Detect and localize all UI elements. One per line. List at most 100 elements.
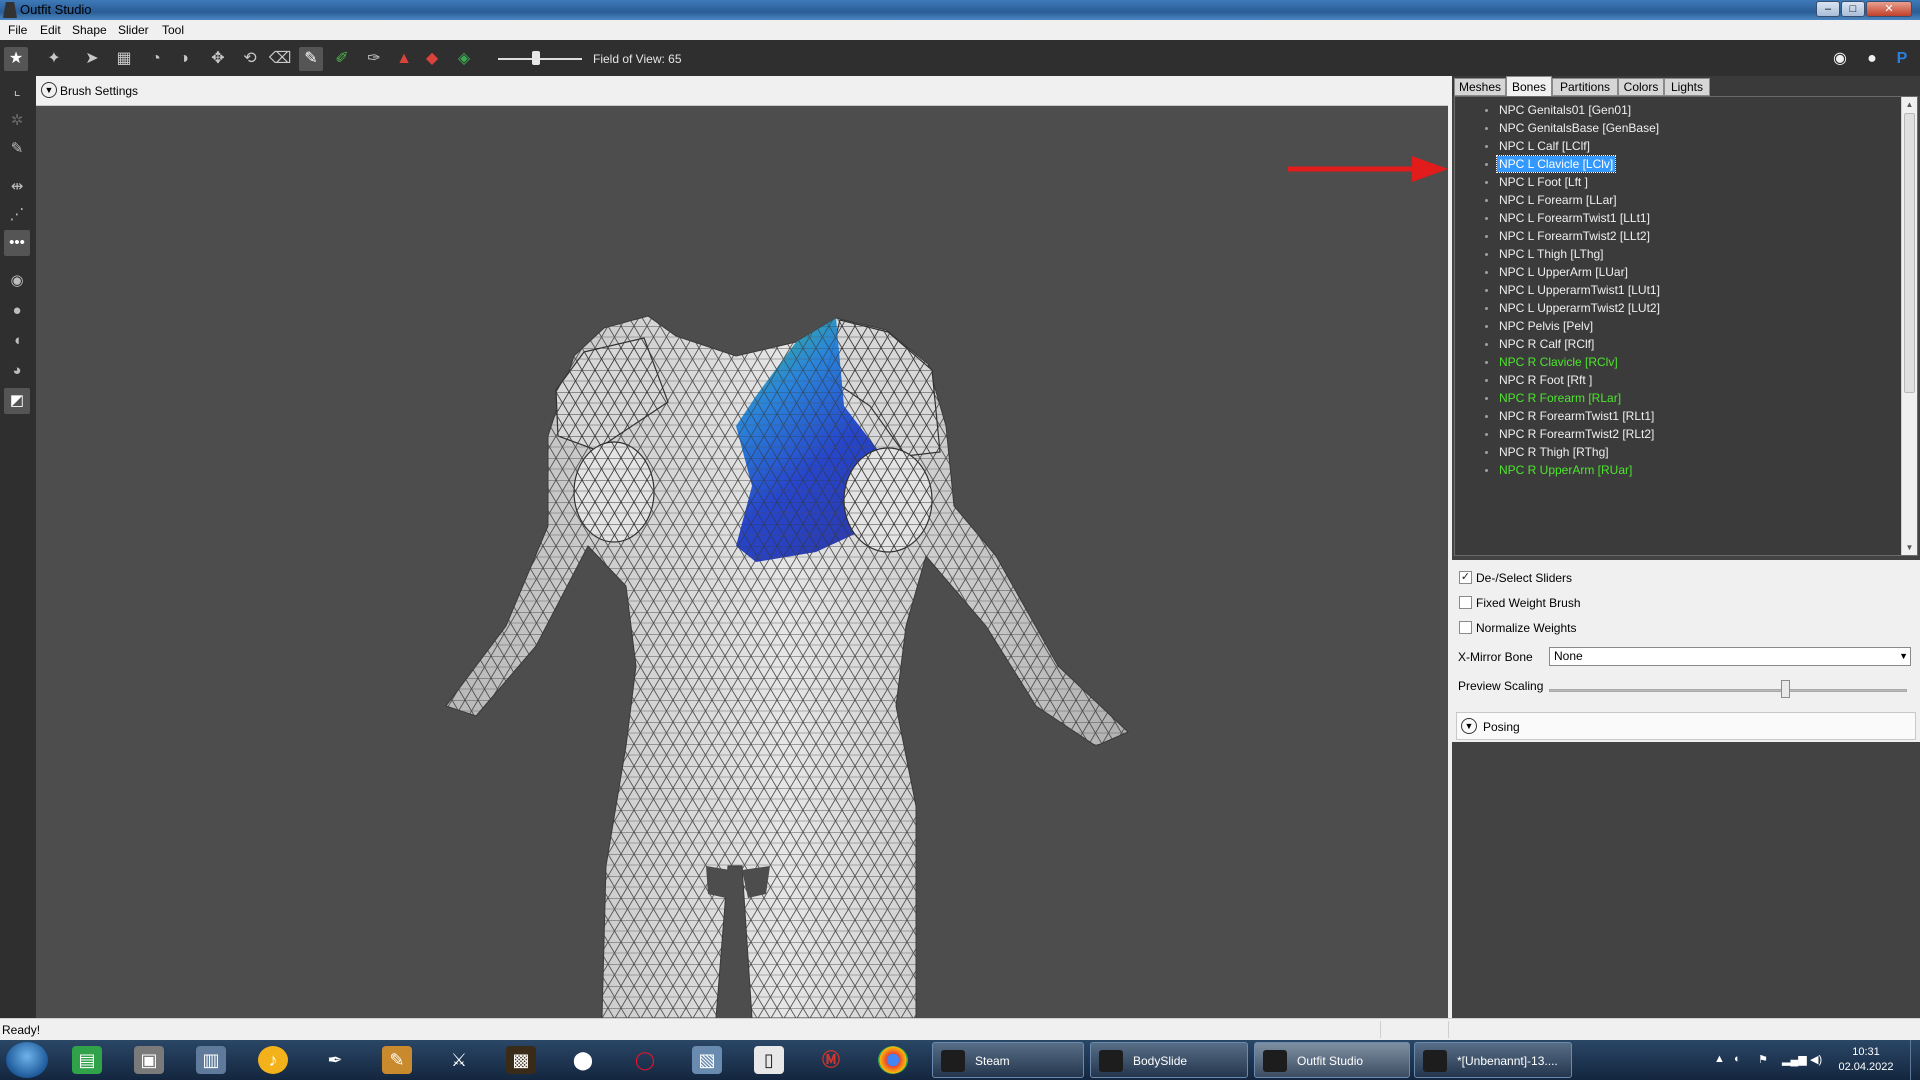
notepad-icon[interactable]: ✎ (382, 1046, 412, 1074)
chevron-down-icon[interactable]: ▼ (1461, 718, 1477, 734)
preview-scaling-thumb[interactable] (1780, 680, 1790, 698)
task-outfit-studio[interactable]: Outfit Studio (1254, 1042, 1410, 1078)
paypal-icon[interactable]: P (1890, 47, 1914, 71)
bone-item[interactable]: NPC L Clavicle [LClv] (1495, 155, 1617, 173)
smooth-icon[interactable]: ⟲ (238, 47, 262, 71)
inflate-icon[interactable]: ◔ (144, 47, 168, 71)
vertex-edit-icon[interactable]: ✎ (4, 136, 30, 162)
posing-section[interactable]: ▼ Posing (1456, 712, 1916, 740)
mirror-icon[interactable]: ⇹ (4, 174, 30, 200)
game-launcher-icon[interactable]: ▩ (506, 1046, 536, 1074)
bone-item[interactable]: NPC L Foot [Lft ] (1497, 174, 1590, 190)
brush-settings-bar[interactable]: ▼ Brush Settings (36, 76, 1448, 106)
bone-item[interactable]: NPC Pelvis [Pelv] (1497, 318, 1595, 334)
window-tool-icon[interactable]: ▧ (692, 1046, 722, 1074)
3d-viewport[interactable] (36, 106, 1448, 1018)
collapse-vertex-icon[interactable]: ▲ (392, 47, 416, 71)
normalize-weights-checkbox[interactable] (1459, 621, 1472, 634)
menu-tool[interactable]: Tool (162, 23, 184, 37)
bone-list-scrollbar[interactable]: ▲ ▼ (1901, 97, 1917, 555)
fov-slider-thumb[interactable] (532, 51, 541, 65)
chevron-down-icon[interactable]: ▼ (41, 82, 57, 98)
split-edge-icon[interactable]: ◈ (452, 47, 476, 71)
bone-item[interactable]: NPC R Forearm [RLar] (1497, 390, 1623, 406)
flag-icon[interactable]: ⚑ (1758, 1053, 1768, 1066)
edit-sliders-icon[interactable]: ✦ (42, 47, 66, 71)
panel-app-icon[interactable]: ▯ (754, 1046, 784, 1074)
scrollbar-thumb[interactable] (1904, 113, 1915, 393)
alpha-brush-icon[interactable]: ✑ (362, 47, 386, 71)
flip-edge-icon[interactable]: ◆ (420, 47, 444, 71)
menu-file[interactable]: File (8, 23, 27, 37)
close-button[interactable]: ✕ (1866, 1, 1912, 17)
chrome-icon[interactable] (878, 1046, 908, 1074)
textures-icon[interactable]: ◖ (4, 328, 30, 354)
cube-view-icon[interactable]: ◩ (4, 388, 30, 414)
tab-partitions[interactable]: Partitions (1552, 78, 1618, 96)
volume-icon[interactable]: ◀) (1810, 1053, 1822, 1066)
task-bodyslide[interactable]: BodySlide (1090, 1042, 1248, 1078)
steam-tray-icon[interactable]: ◐ (1734, 1053, 1741, 1065)
menu-edit[interactable]: Edit (40, 23, 61, 37)
bone-item[interactable]: NPC R Foot [Rft ] (1497, 372, 1594, 388)
minimize-button[interactable]: – (1816, 1, 1840, 17)
task-image-editor[interactable]: *[Unbenannt]-13.... (1414, 1042, 1572, 1078)
spreadsheet-icon[interactable]: ▤ (72, 1046, 102, 1074)
bone-item[interactable]: NPC GenitalsBase [GenBase] (1497, 120, 1661, 136)
mask-icon[interactable]: ▦ (112, 47, 136, 71)
deselect-sliders-checkbox[interactable]: ✓ (1459, 571, 1472, 584)
undiff-icon[interactable]: ⌫ (268, 47, 292, 71)
bone-item[interactable]: NPC L Calf [LClf] (1497, 138, 1592, 154)
lighting-icon[interactable]: ● (4, 298, 30, 324)
color-brush-icon[interactable]: ✐ (330, 47, 354, 71)
circle-app-icon[interactable]: ⬤ (568, 1046, 598, 1074)
wireframe-icon[interactable]: ◉ (4, 268, 30, 294)
start-button[interactable] (6, 1042, 48, 1078)
weight-brush-icon[interactable]: ✎ (299, 47, 323, 71)
pen-tool-icon[interactable]: ✒ (320, 1046, 350, 1074)
archive-icon[interactable]: ▣ (134, 1046, 164, 1074)
github-icon[interactable]: ● (1860, 47, 1884, 71)
bone-item[interactable]: NPC L UpperarmTwist2 [LUt2] (1497, 300, 1662, 316)
color-view-icon[interactable]: ◕ (4, 358, 30, 384)
deflate-icon[interactable]: ◑ (172, 47, 196, 71)
explorer-icon[interactable]: ▥ (196, 1046, 226, 1074)
tray-expand-icon[interactable]: ▲ (1714, 1053, 1725, 1065)
connected-icon[interactable]: ⋰ (4, 202, 30, 228)
bone-item[interactable]: NPC R ForearmTwist1 [RLt1] (1497, 408, 1656, 424)
scroll-up-icon[interactable]: ▲ (1902, 97, 1917, 112)
transform-icon[interactable]: ⌞ (4, 78, 30, 104)
bone-item[interactable]: NPC L Thigh [LThg] (1497, 246, 1606, 262)
bone-item[interactable]: NPC L ForearmTwist1 [LLt1] (1497, 210, 1652, 226)
tab-meshes[interactable]: Meshes (1454, 78, 1506, 96)
menu-shape[interactable]: Shape (72, 23, 107, 37)
scroll-down-icon[interactable]: ▼ (1902, 540, 1917, 555)
task-steam[interactable]: Steam (932, 1042, 1084, 1078)
bone-item[interactable]: NPC R ForearmTwist2 [RLt2] (1497, 426, 1656, 442)
tab-bones[interactable]: Bones (1506, 76, 1552, 96)
bone-list[interactable]: NPC Genitals01 [Gen01] NPC GenitalsBase [… (1454, 96, 1918, 556)
select-icon[interactable]: ➤ (80, 47, 104, 71)
maximize-button[interactable]: □ (1841, 1, 1865, 17)
bone-item[interactable]: NPC L UpperArm [LUar] (1497, 264, 1630, 280)
bone-item[interactable]: NPC R Thigh [RThg] (1497, 444, 1611, 460)
preview-scaling-track[interactable] (1549, 689, 1907, 692)
vertex-points-icon[interactable]: ••• (4, 230, 30, 256)
x-mirror-bone-select[interactable]: None ▼ (1549, 647, 1911, 666)
menu-slider[interactable]: Slider (118, 23, 149, 37)
music-player-icon[interactable]: ♪ (258, 1046, 288, 1074)
tab-lights[interactable]: Lights (1664, 78, 1710, 96)
mx-icon[interactable]: Ⓜ (816, 1046, 846, 1074)
bone-item[interactable]: NPC L ForearmTwist2 [LLt2] (1497, 228, 1652, 244)
bone-item[interactable]: NPC Genitals01 [Gen01] (1497, 102, 1633, 118)
show-desktop-button[interactable] (1910, 1040, 1920, 1080)
tab-colors[interactable]: Colors (1618, 78, 1664, 96)
opera-icon[interactable]: ◯ (630, 1046, 660, 1074)
bone-item[interactable]: NPC R UpperArm [RUar] (1497, 462, 1634, 478)
clock[interactable]: 10:31 02.04.2022 (1826, 1045, 1906, 1075)
sword-icon[interactable]: ⚔ (444, 1046, 474, 1074)
network-icon[interactable]: ▂▄▆ (1782, 1053, 1807, 1066)
move-icon[interactable]: ✥ (206, 47, 230, 71)
bone-item[interactable]: NPC L UpperarmTwist1 [LUt1] (1497, 282, 1662, 298)
pivot-icon[interactable]: ✲ (4, 108, 30, 134)
